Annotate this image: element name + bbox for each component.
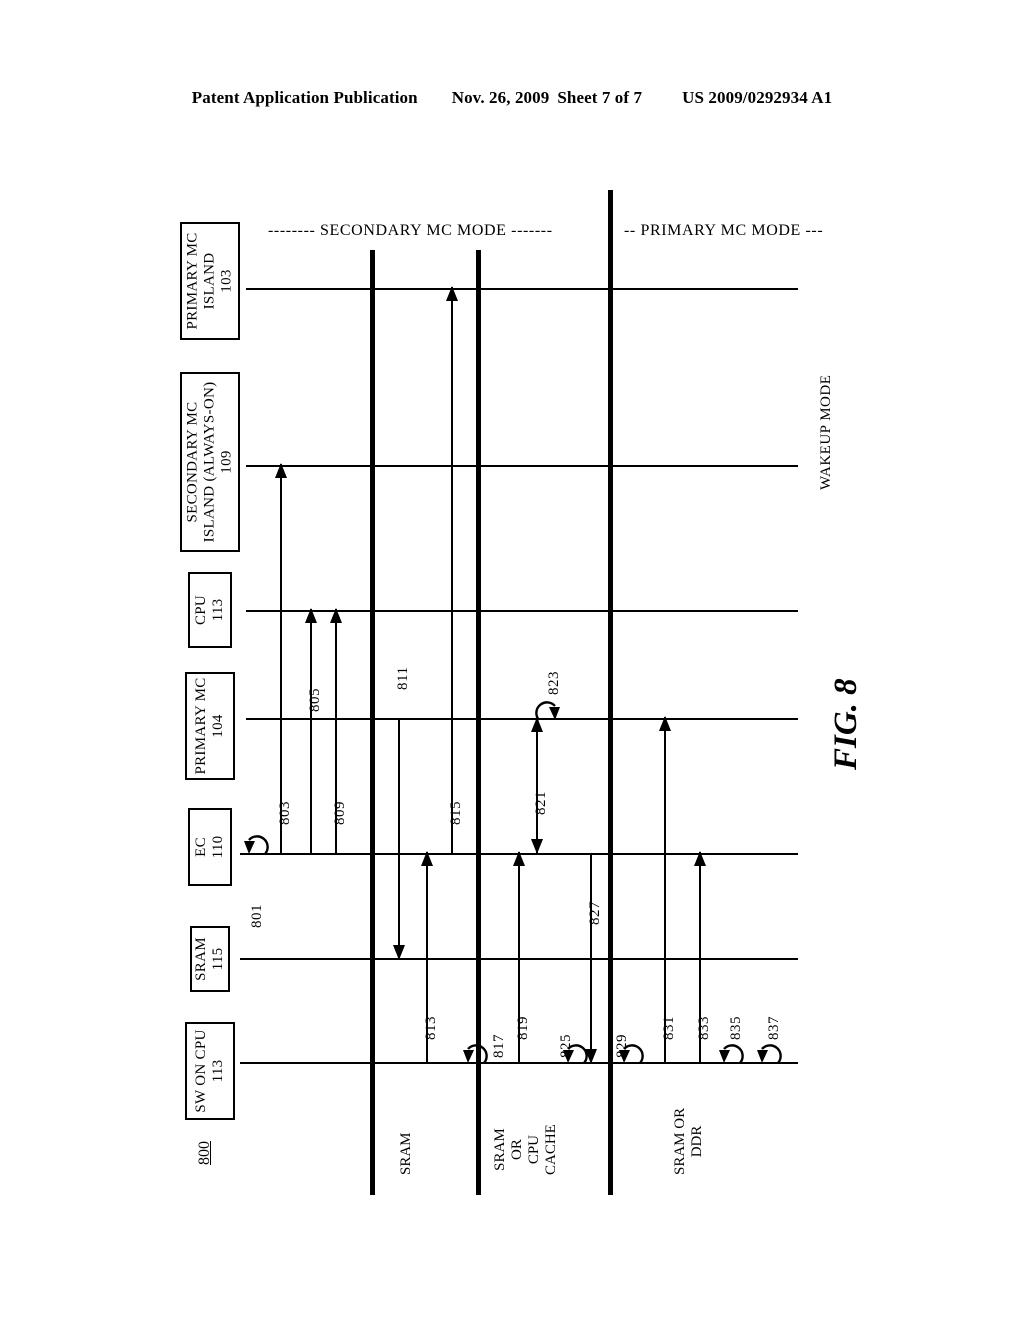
self-message-801 <box>243 829 269 855</box>
message-number-805: 805 <box>307 688 323 712</box>
lifeline-primary-mc-island <box>246 288 798 290</box>
participant-label-secondary-mc-island: SECONDARY MC ISLAND (ALWAYS-ON) 109 <box>184 381 235 543</box>
participant-box-ec: EC 110 <box>188 808 232 886</box>
memory-note-sram: SRAM <box>398 1132 414 1175</box>
message-number-801: 801 <box>249 904 265 928</box>
message-number-815: 815 <box>448 801 464 825</box>
message-number-803: 803 <box>277 801 293 825</box>
participant-label-cpu: CPU 113 <box>193 594 226 626</box>
message-number-835: 835 <box>728 1016 744 1040</box>
message-number-809: 809 <box>332 801 348 825</box>
mode-label-secondary: -------- SECONDARY MC MODE ------- <box>268 222 553 239</box>
patent-page: Patent Application Publication Nov. 26, 2… <box>0 0 1024 1320</box>
participant-box-primary-mc: PRIMARY MC 104 <box>185 672 235 780</box>
self-message-817 <box>462 1038 488 1064</box>
message-number-823: 823 <box>546 671 562 695</box>
participant-label-primary-mc-island: PRIMARY MC ISLAND 103 <box>184 232 235 330</box>
memory-note-sram-or-cpu-cache: SRAM OR CPU CACHE <box>492 1124 559 1175</box>
self-message-823 <box>531 695 560 721</box>
message-number-813: 813 <box>423 1016 439 1040</box>
self-message-835 <box>718 1038 744 1064</box>
phase-separator-3 <box>608 190 613 1195</box>
lifeline-sw-on-cpu <box>240 1062 798 1064</box>
figure-8-diagram: -------- SECONDARY MC MODE ------- -- PR… <box>0 0 1024 1320</box>
participant-label-primary-mc: PRIMARY MC 104 <box>193 677 226 775</box>
message-number-819: 819 <box>515 1016 531 1040</box>
message-number-811: 811 <box>395 666 411 690</box>
lifeline-cpu <box>246 610 798 612</box>
participant-label-sram: SRAM 115 <box>193 937 226 981</box>
figure-label: FIG. 8 <box>828 678 864 770</box>
message-number-837: 837 <box>766 1016 782 1040</box>
lifeline-primary-mc <box>246 718 798 720</box>
message-number-829: 829 <box>614 1034 630 1058</box>
participant-box-primary-mc-island: PRIMARY MC ISLAND 103 <box>180 222 240 340</box>
figure-reference: 800 <box>196 1141 213 1165</box>
message-number-821: 821 <box>533 791 549 815</box>
message-number-831: 831 <box>661 1016 677 1040</box>
participant-box-sw-on-cpu: SW ON CPU 113 <box>185 1022 235 1120</box>
mode-label-wakeup: WAKEUP MODE <box>818 374 834 490</box>
participant-label-ec: EC 110 <box>193 835 226 859</box>
participant-box-cpu: CPU 113 <box>188 572 232 648</box>
message-number-833: 833 <box>696 1016 712 1040</box>
self-message-837 <box>756 1038 782 1064</box>
participant-box-sram: SRAM 115 <box>190 926 230 992</box>
participant-label-sw-on-cpu: SW ON CPU 113 <box>193 1029 226 1113</box>
message-number-825: 825 <box>558 1034 574 1058</box>
message-number-817: 817 <box>491 1034 507 1058</box>
memory-note-sram-or-ddr: SRAM OR DDR <box>672 1107 705 1175</box>
phase-separator-1 <box>370 250 375 1195</box>
lifeline-secondary-mc-island <box>246 465 798 467</box>
mode-label-primary: -- PRIMARY MC MODE --- <box>624 222 824 239</box>
message-number-827: 827 <box>587 901 603 925</box>
participant-box-secondary-mc-island: SECONDARY MC ISLAND (ALWAYS-ON) 109 <box>180 372 240 552</box>
